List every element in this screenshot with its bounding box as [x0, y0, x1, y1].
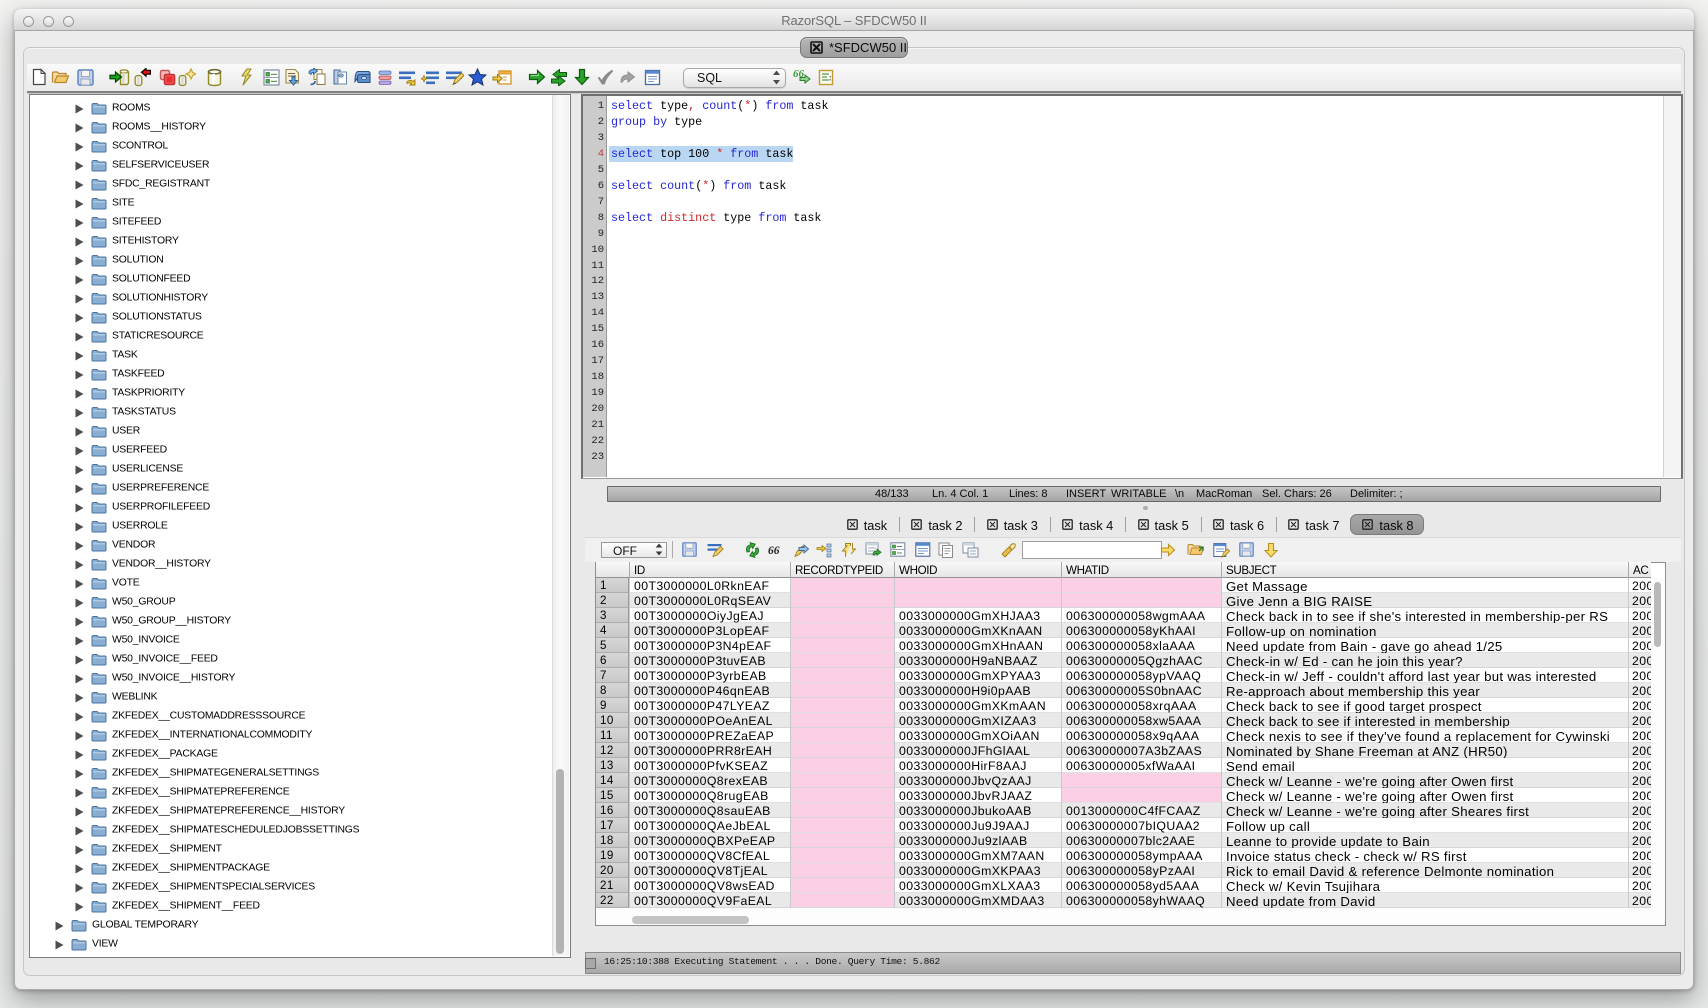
svg-text:66: 66: [768, 545, 780, 556]
